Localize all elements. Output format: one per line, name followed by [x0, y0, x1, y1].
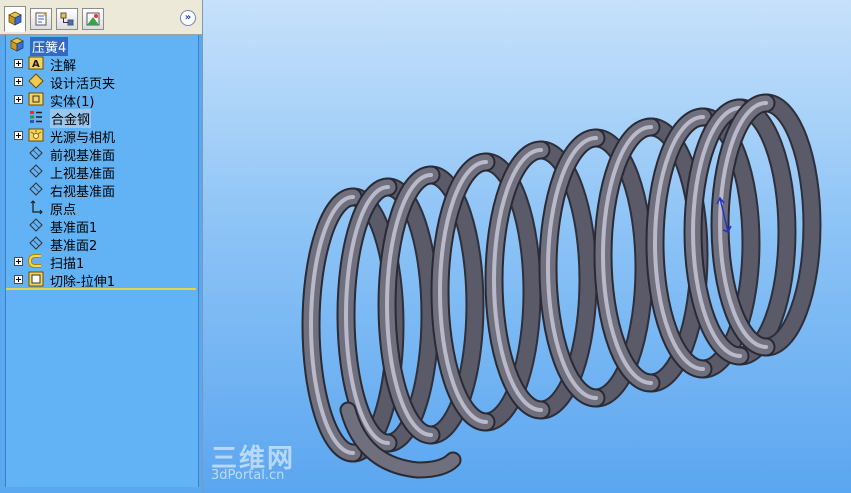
configuration-icon	[60, 12, 74, 26]
tree-item-material[interactable]: 合金钢	[6, 108, 196, 128]
tree-item-plane1[interactable]: 基准面1	[6, 216, 196, 236]
tree-item-cut-extrude1[interactable]: 切除-拉伸1	[6, 270, 196, 290]
watermark-logo: 三维网 3dPortal.cn	[209, 438, 319, 488]
double-chevron-right-icon: »	[184, 12, 192, 23]
property-manager-tab[interactable]	[30, 8, 52, 30]
plane-icon	[28, 145, 44, 161]
tree-item-design-binder[interactable]: 设计活页夹	[6, 72, 196, 92]
watermark-site-text: 3dPortal.cn	[211, 468, 285, 483]
svg-text:A: A	[32, 59, 40, 70]
display-icon	[86, 12, 100, 26]
material-icon	[28, 109, 44, 125]
feature-manager-tab[interactable]	[4, 6, 26, 32]
origin-icon	[28, 199, 44, 215]
tree-item-plane2[interactable]: 基准面2	[6, 234, 196, 254]
cut-extrude-icon	[28, 271, 44, 287]
design-binder-icon	[28, 73, 44, 89]
tree-root[interactable]: 压簧4	[6, 36, 196, 56]
expand-toggle[interactable]	[14, 275, 23, 284]
tree-item-solid-bodies[interactable]: 实体(1)	[6, 90, 196, 110]
expand-panel-button[interactable]: »	[180, 10, 196, 26]
tree-item-lights-cameras[interactable]: 光源与相机	[6, 126, 196, 146]
display-manager-tab[interactable]	[82, 8, 104, 30]
expand-toggle[interactable]	[14, 95, 23, 104]
plane-icon	[28, 163, 44, 179]
lights-cameras-icon	[28, 127, 44, 143]
feature-tree: 压簧4 A 注解 设计活页夹 实体(1) 合金钢 光源与相机 前视基准面 上视基…	[5, 35, 199, 487]
tree-item-front-plane[interactable]: 前视基准面	[6, 144, 196, 164]
graphics-area[interactable]: 三维网 3dPortal.cn	[203, 0, 851, 493]
tree-item-origin[interactable]: 原点	[6, 198, 196, 218]
sweep-icon	[28, 253, 44, 269]
tree-item-annotations[interactable]: A 注解	[6, 54, 196, 74]
solid-body-icon	[28, 91, 44, 107]
tree-item-top-plane[interactable]: 上视基准面	[6, 162, 196, 182]
rollback-bar[interactable]	[6, 288, 196, 290]
spring-model[interactable]	[203, 0, 851, 493]
tree-item-sweep1[interactable]: 扫描1	[6, 252, 196, 272]
expand-toggle[interactable]	[14, 131, 23, 140]
plane-icon	[28, 217, 44, 233]
plane-icon	[28, 235, 44, 251]
expand-toggle[interactable]	[14, 257, 23, 266]
feature-tree-icon	[8, 11, 22, 26]
property-icon	[35, 12, 47, 26]
tree-item-right-plane[interactable]: 右视基准面	[6, 180, 196, 200]
expand-toggle[interactable]	[14, 59, 23, 68]
annotation-icon: A	[28, 55, 44, 71]
feature-manager-panel: » 压簧4 A 注解 设计活页夹 实体(1) 合金钢 光源与相机 前视基准面 上…	[0, 0, 203, 493]
spring-coils	[301, 93, 822, 479]
expand-toggle[interactable]	[14, 77, 23, 86]
panel-tab-bar: »	[0, 0, 202, 35]
configuration-manager-tab[interactable]	[56, 8, 78, 30]
plane-icon	[28, 181, 44, 197]
part-icon	[9, 37, 25, 53]
